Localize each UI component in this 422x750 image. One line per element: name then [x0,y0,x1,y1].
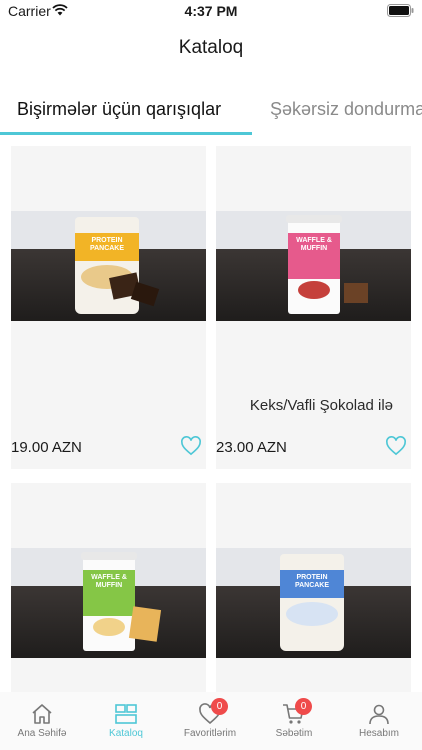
battery-icon [387,4,414,17]
product-card[interactable]: PROTEIN PANCAKE [216,483,411,692]
pack-label: WAFFLE & MUFFIN [91,574,127,589]
pack-label: PROTEIN PANCAKE [89,237,125,252]
person-icon [369,704,389,725]
product-image: WAFFLE & MUFFIN [216,211,411,321]
product-price: 23.00 AZN [216,439,287,456]
tab-account[interactable]: Hesabım [337,692,421,750]
category-tabs: Bişirmələr üçün qarışıqlar Şəkərsiz dond… [0,88,422,134]
product-image: WAFFLE & MUFFIN [11,548,206,658]
tab-label: Ana Səhifə [17,728,67,739]
active-tab-indicator [0,132,252,135]
tab-label: Favoritlərim [183,728,237,739]
home-icon [32,704,52,724]
pancake-pouch: PROTEIN PANCAKE [280,554,344,651]
product-grid[interactable]: PROTEIN PANCAKE 19.00 AZN WAFFLE & MUFFI… [0,146,422,692]
tab-sugar-free-ice-cream[interactable]: Şəkərsiz dondurma [270,99,422,120]
catalog-icon [115,704,137,724]
pancake-pouch: PROTEIN PANCAKE [75,217,139,314]
page-title: Kataloq [178,37,244,58]
pack-label: WAFFLE & MUFFIN [296,237,332,252]
tab-label: Səbətim [275,728,313,739]
product-image: PROTEIN PANCAKE [11,211,206,321]
tab-catalog[interactable]: Kataloq [84,692,168,750]
clock: 4:37 PM [184,3,238,19]
waffle-muffin-can: WAFFLE & MUFFIN [81,552,137,651]
favorite-heart-icon[interactable] [385,436,407,456]
status-bar: Carrier 4:37 PM [0,0,422,22]
favorites-count-badge: 0 [211,698,228,715]
tab-baking-mixes[interactable]: Bişirmələr üçün qarışıqlar [17,99,221,120]
pack-label: PROTEIN PANCAKE [294,574,330,589]
product-card[interactable]: PROTEIN PANCAKE 19.00 AZN [11,146,206,469]
tab-cart[interactable]: 0 Səbətim [252,692,336,750]
tab-favorites[interactable]: 0 Favoritlərim [168,692,252,750]
product-card[interactable]: WAFFLE & MUFFIN [11,483,206,692]
product-price: 19.00 AZN [11,439,82,456]
bottom-tab-bar: Ana Səhifə Kataloq 0 Favoritlərim 0 Səbə… [0,692,422,750]
product-image: PROTEIN PANCAKE [216,548,411,658]
cart-count-badge: 0 [295,698,312,715]
product-card[interactable]: WAFFLE & MUFFIN Keks/Vafli Şokolad ilə 2… [216,146,411,469]
tab-home[interactable]: Ana Səhifə [0,692,84,750]
waffle-muffin-can: WAFFLE & MUFFIN [286,215,342,314]
tab-label: Hesabım [358,728,399,739]
favorite-heart-icon[interactable] [180,436,202,456]
tab-label: Kataloq [109,728,143,739]
product-name: Keks/Vafli Şokolad ilə [249,397,393,414]
